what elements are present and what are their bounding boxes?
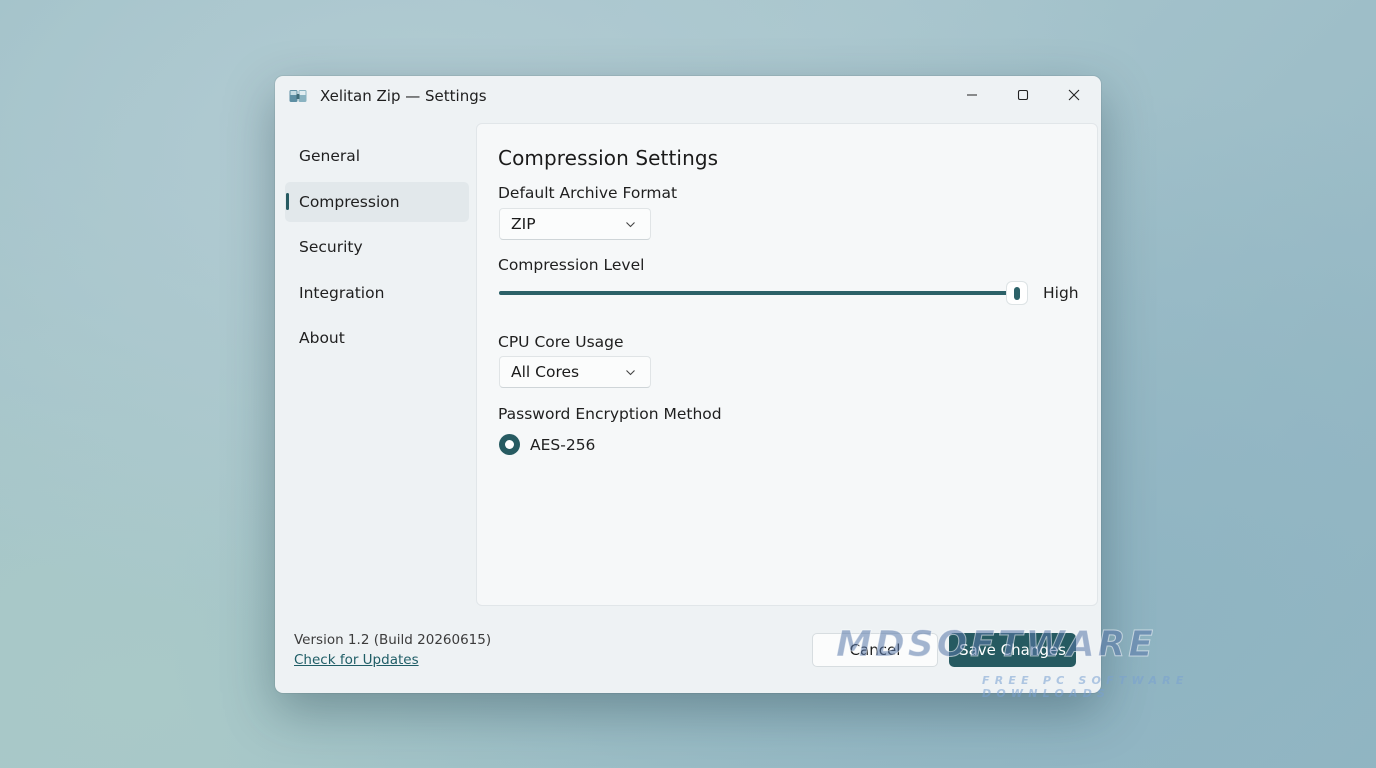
radio-label: AES-256 <box>530 435 596 454</box>
chevron-down-icon <box>626 370 635 376</box>
compression-level-value: High <box>1043 284 1079 302</box>
maximize-button[interactable] <box>998 76 1048 114</box>
zip-app-icon <box>289 90 307 102</box>
sidebar-item-security[interactable]: Security <box>285 227 469 267</box>
sidebar-item-about[interactable]: About <box>285 318 469 358</box>
save-changes-button[interactable]: Save Changes <box>949 633 1076 667</box>
sidebar-item-label: General <box>299 147 361 165</box>
slider-thumb[interactable] <box>1007 282 1027 304</box>
version-text: Version 1.2 (Build 20260615) <box>294 632 492 648</box>
cancel-button[interactable]: Cancel <box>812 633 938 667</box>
check-updates-link[interactable]: Check for Updates <box>294 652 419 668</box>
close-button[interactable] <box>1049 76 1099 114</box>
slider-fill <box>499 291 1017 295</box>
cpu-usage-dropdown[interactable]: All Cores <box>499 356 651 388</box>
compression-settings-panel: Compression Settings Default Archive For… <box>476 123 1098 606</box>
sidebar-item-general[interactable]: General <box>285 136 469 176</box>
settings-window: Xelitan Zip — Settings General Compressi… <box>275 76 1101 693</box>
sidebar-item-label: Security <box>299 238 363 256</box>
sidebar-item-integration[interactable]: Integration <box>285 273 469 313</box>
compression-level-label: Compression Level <box>498 256 645 274</box>
cpu-usage-value: All Cores <box>511 363 580 381</box>
minimize-icon <box>967 94 977 96</box>
sidebar-item-label: Compression <box>299 192 400 211</box>
encryption-method-label: Password Encryption Method <box>498 405 722 423</box>
page-title: Compression Settings <box>498 146 719 170</box>
compression-level-slider[interactable] <box>499 291 1017 295</box>
sidebar-item-label: About <box>299 329 345 347</box>
chevron-down-icon <box>626 222 635 228</box>
sidebar-item-compression[interactable]: Compression <box>285 181 469 222</box>
close-icon <box>1068 89 1080 101</box>
archive-format-value: ZIP <box>511 215 536 233</box>
title-bar[interactable]: Xelitan Zip — Settings <box>275 76 1101 116</box>
maximize-icon <box>1017 89 1029 101</box>
archive-format-label: Default Archive Format <box>498 184 678 202</box>
minimize-button[interactable] <box>947 76 997 114</box>
archive-format-dropdown[interactable]: ZIP <box>499 208 651 240</box>
window-title: Xelitan Zip — Settings <box>320 87 487 105</box>
settings-sidebar: General Compression Security Integration… <box>285 136 469 364</box>
sidebar-item-label: Integration <box>299 283 385 302</box>
cpu-usage-label: CPU Core Usage <box>498 333 624 351</box>
radio-button-selected[interactable] <box>499 434 520 455</box>
encryption-option-aes256[interactable]: AES-256 <box>499 434 595 455</box>
